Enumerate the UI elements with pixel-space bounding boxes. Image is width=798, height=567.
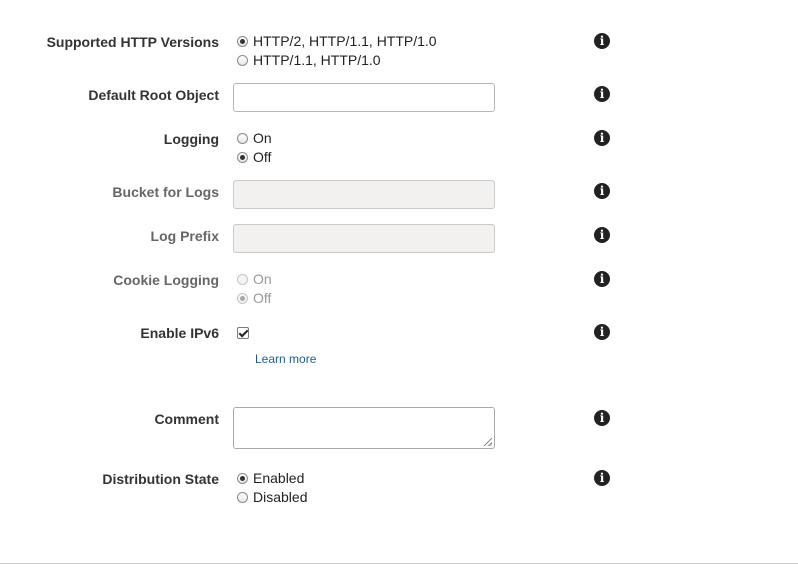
section-divider [0,563,798,564]
info-icon[interactable]: i [594,183,610,199]
bucket-for-logs-label: Bucket for Logs [112,184,219,200]
distribution-state-label: Distribution State [102,471,219,487]
distribution-state-option-label: Disabled [253,489,308,505]
learn-more-link[interactable]: Learn more [255,352,316,366]
http-versions-option-label: HTTP/2, HTTP/1.1, HTTP/1.0 [253,33,437,49]
info-icon[interactable]: i [594,130,610,146]
radio-button[interactable] [237,292,248,304]
default-root-object-input[interactable] [233,83,495,112]
radio-button[interactable] [237,54,248,66]
logging-option-on[interactable]: On [237,129,272,147]
log-prefix-label: Log Prefix [150,228,219,244]
distribution-state-option-enabled[interactable]: Enabled [237,469,304,487]
http-versions-label: Supported HTTP Versions [46,34,219,50]
info-icon[interactable]: i [594,271,610,287]
distribution-state-option-disabled[interactable]: Disabled [237,488,307,506]
bucket-for-logs-input[interactable] [233,180,495,209]
info-icon[interactable]: i [594,86,610,102]
logging-option-label: Off [253,149,272,165]
radio-button[interactable] [237,472,248,484]
radio-button[interactable] [237,273,248,285]
distribution-state-option-label: Enabled [253,470,305,486]
http-versions-option-label: HTTP/1.1, HTTP/1.0 [253,52,381,68]
cookie-logging-option-label: Off [253,290,272,306]
http-versions-option-http2[interactable]: HTTP/2, HTTP/1.1, HTTP/1.0 [237,32,437,50]
info-icon[interactable]: i [594,410,610,426]
logging-label: Logging [163,131,219,147]
cookie-logging-label: Cookie Logging [113,272,219,288]
log-prefix-input[interactable] [233,224,495,253]
info-icon[interactable]: i [594,324,610,340]
http-versions-option-http11[interactable]: HTTP/1.1, HTTP/1.0 [237,51,381,69]
radio-button[interactable] [237,132,248,144]
resize-grip-icon[interactable] [484,438,492,446]
logging-option-off[interactable]: Off [237,148,271,166]
info-icon[interactable]: i [594,470,610,486]
cookie-logging-option-off[interactable]: Off [237,289,271,307]
radio-button[interactable] [237,491,248,503]
logging-option-label: On [253,130,272,146]
comment-label: Comment [154,411,219,427]
info-icon[interactable]: i [594,33,610,49]
comment-textarea[interactable] [233,407,495,449]
cookie-logging-option-on[interactable]: On [237,270,272,288]
default-root-object-label: Default Root Object [88,87,219,103]
enable-ipv6-checkbox[interactable] [237,327,249,339]
radio-button[interactable] [237,151,248,163]
enable-ipv6-label: Enable IPv6 [140,325,219,341]
cookie-logging-option-label: On [253,271,272,287]
info-icon[interactable]: i [594,227,610,243]
radio-button[interactable] [237,35,248,47]
